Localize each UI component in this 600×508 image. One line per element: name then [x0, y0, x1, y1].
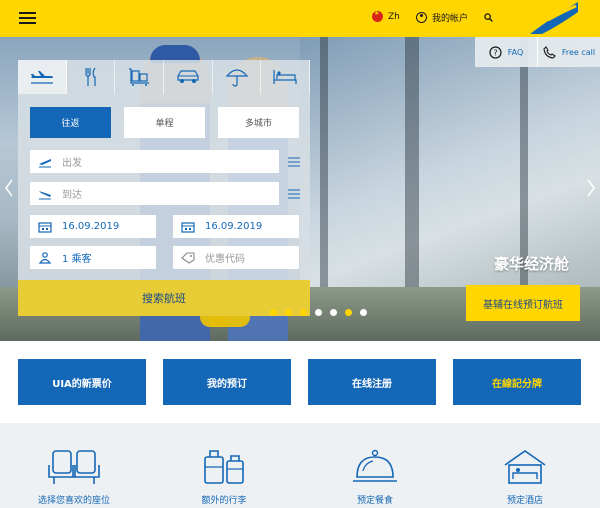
bed-icon: [273, 70, 297, 84]
return-date-value: 16.09.2019: [205, 221, 263, 232]
service-baggage-label: 额外的行李: [201, 496, 247, 506]
fork-knife-icon: [84, 67, 96, 86]
calendar-icon: [38, 221, 52, 233]
account-label: 我的帐户: [432, 14, 469, 24]
search-icon[interactable]: [484, 13, 493, 22]
account-link[interactable]: 我的帐户: [416, 11, 468, 24]
booking-tabs: [18, 60, 311, 94]
free-call-label: Free call: [561, 47, 596, 57]
top-header: Zh 我的帐户: [0, 0, 600, 37]
phone-icon: [543, 45, 556, 59]
language-selector[interactable]: Zh: [372, 10, 400, 22]
booking-widget: 往返 单程 多城市 出发 到达 16.09.2019 16.09.2019 1 …: [18, 60, 311, 316]
carousel-dot[interactable]: [360, 309, 367, 316]
info-bar: ? FAQ Free call: [475, 37, 600, 67]
quick-links: UIA的新票价 我的预订 在线注册 在線記分牌: [0, 341, 600, 423]
free-call-link[interactable]: Free call: [538, 37, 600, 67]
list-icon[interactable]: [288, 157, 300, 167]
cloche-icon: [353, 449, 397, 482]
new-fares-tile[interactable]: UIA的新票价: [18, 359, 146, 405]
service-seat[interactable]: 选择您喜欢的座位: [24, 447, 124, 506]
tab-meals[interactable]: [67, 60, 116, 94]
tag-icon: [181, 251, 195, 264]
scoreboard-tile[interactable]: 在線記分牌: [453, 359, 581, 405]
china-flag-icon: [372, 10, 383, 22]
tab-insurance[interactable]: [213, 60, 262, 94]
calendar-icon: [181, 221, 195, 233]
hotel-bed-icon: [504, 450, 546, 484]
from-placeholder: 出发: [62, 158, 82, 169]
carousel-dot[interactable]: [345, 309, 352, 316]
carousel-dot[interactable]: [270, 309, 277, 316]
service-hotel[interactable]: 预定酒店: [475, 447, 575, 506]
my-booking-tile[interactable]: 我的预订: [163, 359, 291, 405]
tab-baggage[interactable]: [115, 60, 165, 94]
promo-title: 豪华经济舱: [494, 255, 570, 273]
service-baggage[interactable]: 额外的行李: [174, 447, 274, 506]
faq-label: FAQ: [507, 47, 524, 57]
passenger-icon: [38, 251, 52, 264]
uia-logo[interactable]: [528, 0, 580, 37]
slide-next-icon[interactable]: [586, 178, 596, 198]
services-section: 选择您喜欢的座位 额外的行李 预定餐食 预定酒店: [0, 423, 600, 508]
online-checkin-tile[interactable]: 在线注册: [308, 359, 436, 405]
landing-icon: [39, 190, 51, 199]
promo-book-button[interactable]: 基辅在线预订航班: [466, 285, 580, 321]
return-date-field[interactable]: 16.09.2019: [173, 215, 299, 238]
carousel-dots: [270, 309, 375, 316]
search-flights-button[interactable]: 搜索航班: [18, 280, 310, 316]
service-seat-label: 选择您喜欢的座位: [37, 496, 110, 506]
promo-code-placeholder: 优惠代码: [205, 254, 245, 265]
carousel-dot[interactable]: [285, 309, 292, 316]
service-hotel-label: 预定酒店: [506, 496, 543, 506]
trip-roundtrip-button[interactable]: 往返: [30, 107, 111, 138]
from-field[interactable]: 出发: [30, 150, 279, 173]
umbrella-icon: [225, 69, 248, 87]
service-meal-label: 预定餐食: [356, 496, 393, 506]
suitcase-icon: [204, 450, 244, 484]
to-placeholder: 到达: [62, 190, 82, 201]
menu-icon[interactable]: [19, 12, 36, 24]
car-icon: [177, 70, 199, 83]
to-field[interactable]: 到达: [30, 182, 279, 205]
service-meal[interactable]: 预定餐食: [325, 447, 425, 506]
trip-oneway-button[interactable]: 单程: [124, 107, 205, 138]
carousel-dot[interactable]: [315, 309, 322, 316]
seats-icon: [48, 450, 100, 484]
luggage-cart-icon: [129, 68, 150, 86]
trip-multicity-button[interactable]: 多城市: [218, 107, 299, 138]
list-icon[interactable]: [288, 189, 300, 199]
slide-prev-icon[interactable]: [4, 178, 14, 198]
faq-link[interactable]: ? FAQ: [475, 37, 538, 67]
question-icon: ?: [489, 45, 502, 59]
tab-hotel[interactable]: [261, 60, 311, 94]
carousel-dot[interactable]: [300, 309, 307, 316]
svg-text:?: ?: [493, 48, 497, 57]
passengers-field[interactable]: 1 乘客: [30, 246, 156, 269]
promo-code-field[interactable]: 优惠代码: [173, 246, 299, 269]
carousel-dot[interactable]: [330, 309, 337, 316]
plane-icon: [30, 71, 53, 84]
takeoff-icon: [39, 158, 51, 167]
passengers-value: 1 乘客: [62, 254, 92, 265]
language-label: Zh: [388, 11, 400, 22]
depart-date-field[interactable]: 16.09.2019: [30, 215, 156, 238]
tab-flights[interactable]: [18, 60, 67, 94]
depart-date-value: 16.09.2019: [62, 221, 120, 232]
tab-car[interactable]: [164, 60, 213, 94]
user-icon: [416, 12, 427, 23]
